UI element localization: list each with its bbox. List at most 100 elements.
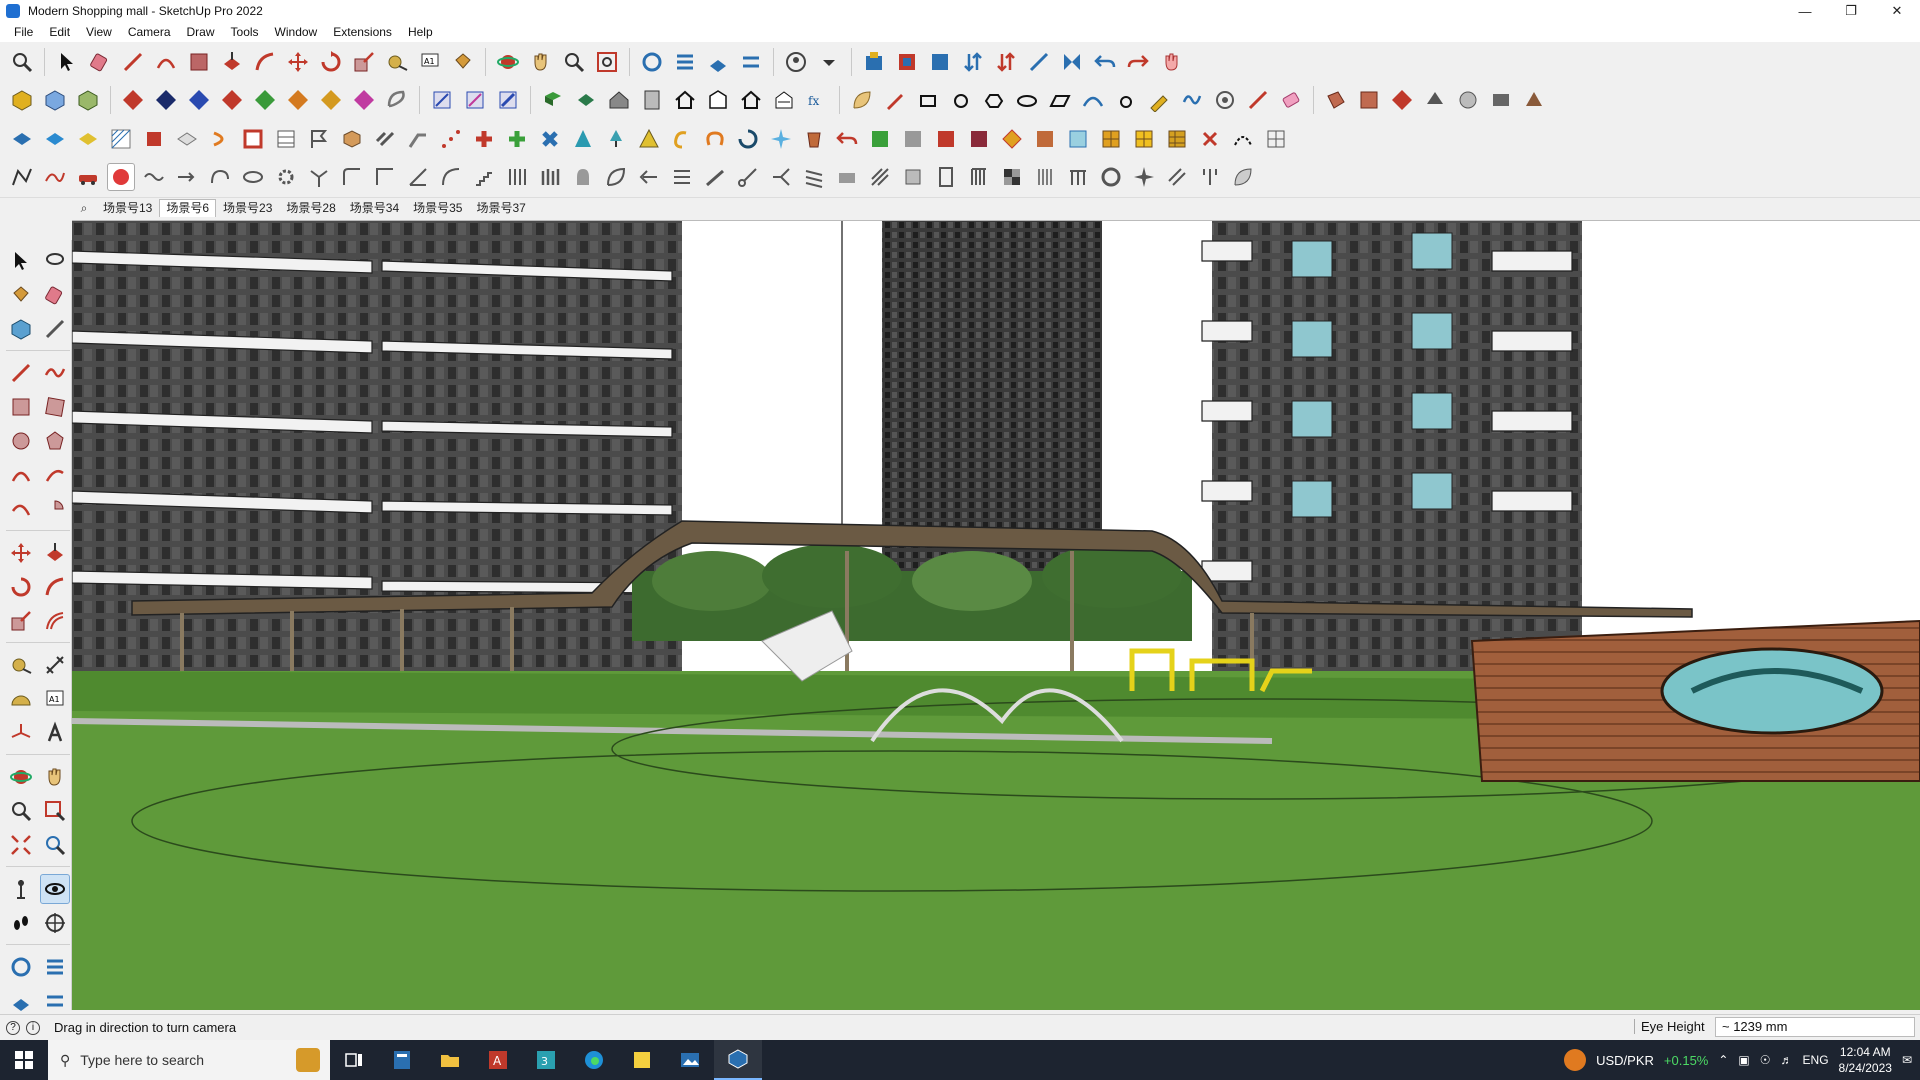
follow-me-icon[interactable] bbox=[40, 572, 70, 602]
texture-5-icon[interactable] bbox=[1454, 86, 1482, 114]
arc-2pt-icon[interactable] bbox=[40, 460, 70, 490]
hand-stop-icon[interactable] bbox=[1157, 48, 1185, 76]
solid-tool-icon[interactable] bbox=[119, 86, 147, 114]
cube-green-icon[interactable] bbox=[74, 86, 102, 114]
plus-green-icon[interactable] bbox=[503, 125, 531, 153]
undo-icon[interactable] bbox=[1091, 48, 1119, 76]
diagonal-icon[interactable] bbox=[1163, 163, 1191, 191]
eye-icon[interactable] bbox=[239, 163, 267, 191]
zoom-extents-icon[interactable] bbox=[593, 48, 621, 76]
arc-icon[interactable] bbox=[152, 48, 180, 76]
user-profile-icon[interactable] bbox=[782, 48, 810, 76]
eraser-icon[interactable] bbox=[40, 280, 70, 310]
railing-icon[interactable] bbox=[1064, 163, 1092, 191]
language-indicator[interactable]: ENG bbox=[1803, 1053, 1829, 1067]
window-pane-icon[interactable] bbox=[1064, 125, 1092, 153]
curl-icon[interactable] bbox=[206, 163, 234, 191]
house-outline-icon[interactable] bbox=[737, 86, 765, 114]
shadow-fill-icon[interactable] bbox=[494, 86, 522, 114]
component-icon[interactable] bbox=[338, 125, 366, 153]
stripes-icon[interactable] bbox=[1031, 163, 1059, 191]
checker-icon[interactable] bbox=[998, 163, 1026, 191]
freehand-blue-icon[interactable] bbox=[1178, 86, 1206, 114]
bars-icon[interactable] bbox=[668, 163, 696, 191]
leaf-gray-icon[interactable] bbox=[1229, 163, 1257, 191]
undo-red-icon[interactable] bbox=[833, 125, 861, 153]
share-model-icon[interactable] bbox=[926, 48, 954, 76]
pencil-line-icon[interactable] bbox=[119, 48, 147, 76]
star-burst-icon[interactable] bbox=[1130, 163, 1158, 191]
layer-yellow-icon[interactable] bbox=[74, 125, 102, 153]
offset-shape-2-icon[interactable] bbox=[947, 86, 975, 114]
menu-extensions[interactable]: Extensions bbox=[325, 25, 400, 39]
home-icon[interactable] bbox=[671, 86, 699, 114]
currency-icon[interactable] bbox=[1564, 1049, 1587, 1071]
plane-icon[interactable] bbox=[173, 125, 201, 153]
arc-icon[interactable] bbox=[6, 460, 36, 490]
warehouse-icon[interactable] bbox=[860, 48, 888, 76]
flag-icon[interactable] bbox=[305, 125, 333, 153]
menu-edit[interactable]: Edit bbox=[41, 25, 78, 39]
car-icon[interactable] bbox=[74, 163, 102, 191]
stair-icon[interactable] bbox=[470, 163, 498, 191]
plugin-gray-icon[interactable] bbox=[899, 125, 927, 153]
polyline-icon[interactable] bbox=[8, 163, 36, 191]
section-fill-icon[interactable] bbox=[704, 48, 732, 76]
move-icon[interactable] bbox=[6, 538, 36, 568]
section-plane-icon[interactable] bbox=[638, 48, 666, 76]
3d-viewport[interactable] bbox=[72, 220, 1920, 1010]
sticky-notes-icon[interactable] bbox=[618, 1040, 666, 1080]
door-icon[interactable] bbox=[932, 163, 960, 191]
shape-red-icon[interactable] bbox=[140, 125, 168, 153]
tree-icon[interactable] bbox=[602, 125, 630, 153]
push-pull-icon[interactable] bbox=[40, 538, 70, 568]
section-fill-icon[interactable] bbox=[6, 986, 36, 1016]
solid-trim-icon[interactable] bbox=[218, 86, 246, 114]
ring-icon[interactable] bbox=[1112, 86, 1140, 114]
measure-line-icon[interactable] bbox=[1025, 48, 1053, 76]
grid-table-icon[interactable] bbox=[272, 125, 300, 153]
plugin-maroon-icon[interactable] bbox=[965, 125, 993, 153]
arc-3pt-icon[interactable] bbox=[6, 494, 36, 524]
texture-7-icon[interactable] bbox=[1520, 86, 1548, 114]
rotated-rectangle-icon[interactable] bbox=[40, 392, 70, 422]
volume-icon[interactable]: ♬ bbox=[1781, 1053, 1793, 1067]
section-display-icon[interactable] bbox=[737, 48, 765, 76]
menu-view[interactable]: View bbox=[78, 25, 120, 39]
scene-tab[interactable]: 场景号34 bbox=[343, 199, 406, 217]
pencil-yellow-icon[interactable] bbox=[1145, 86, 1173, 114]
maximize-button[interactable]: ❐ bbox=[1828, 0, 1874, 22]
curtain-icon[interactable] bbox=[965, 163, 993, 191]
shadow-edge-icon[interactable] bbox=[428, 86, 456, 114]
split-icon[interactable] bbox=[767, 163, 795, 191]
section-cuts-icon[interactable] bbox=[40, 952, 70, 982]
solid-union-icon[interactable] bbox=[152, 86, 180, 114]
grip-icon[interactable] bbox=[569, 163, 597, 191]
rotate-dark-icon[interactable] bbox=[734, 125, 762, 153]
cube-yellow-icon[interactable] bbox=[8, 86, 36, 114]
spline-icon[interactable] bbox=[41, 163, 69, 191]
push-pull-icon[interactable] bbox=[218, 48, 246, 76]
curve-dots-icon[interactable] bbox=[1229, 125, 1257, 153]
tape-icon[interactable] bbox=[40, 314, 70, 344]
chevron-up-icon[interactable]: ⌃ bbox=[1718, 1053, 1728, 1067]
zoom-window-icon[interactable] bbox=[40, 796, 70, 826]
clock[interactable]: 12:04 AM 8/24/2023 bbox=[1839, 1044, 1892, 1076]
layer-blue-2-icon[interactable] bbox=[41, 125, 69, 153]
sort-up-down-icon[interactable] bbox=[959, 48, 987, 76]
menu-tools[interactable]: Tools bbox=[223, 25, 267, 39]
edge-browser-icon[interactable] bbox=[570, 1040, 618, 1080]
sort-red-icon[interactable] bbox=[992, 48, 1020, 76]
menu-help[interactable]: Help bbox=[400, 25, 441, 39]
fence-icon[interactable] bbox=[503, 163, 531, 191]
texture-6-icon[interactable] bbox=[1487, 86, 1515, 114]
house-3d-icon[interactable] bbox=[605, 86, 633, 114]
orbit-icon[interactable] bbox=[6, 762, 36, 792]
menu-window[interactable]: Window bbox=[267, 25, 326, 39]
layer-blue-icon[interactable] bbox=[8, 125, 36, 153]
explode-icon[interactable] bbox=[1196, 125, 1224, 153]
zoom-extents-icon[interactable] bbox=[6, 830, 36, 860]
texture-3-icon[interactable] bbox=[1388, 86, 1416, 114]
corner-icon[interactable] bbox=[371, 163, 399, 191]
previous-view-icon[interactable] bbox=[40, 830, 70, 860]
